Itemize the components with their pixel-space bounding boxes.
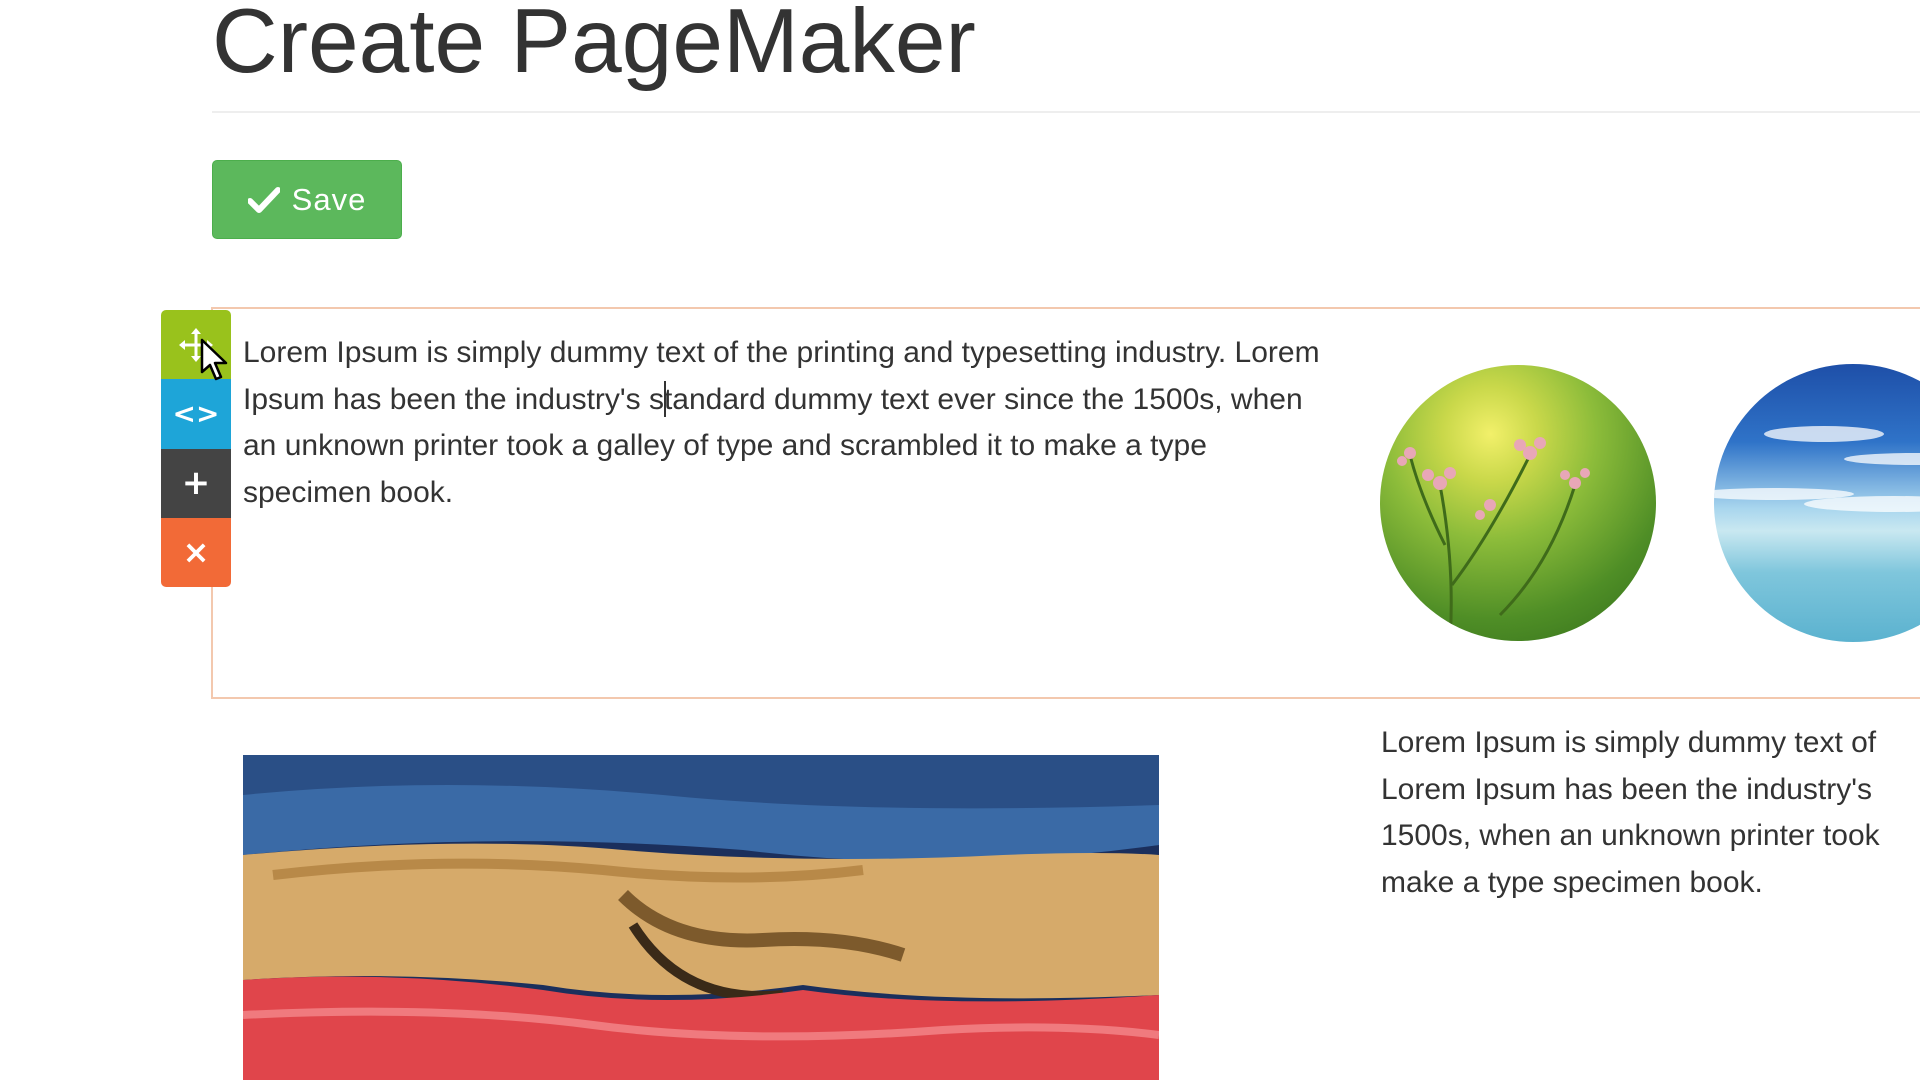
save-button[interactable]: Save	[212, 160, 402, 239]
flower-image	[1380, 365, 1656, 641]
main-text-block[interactable]: Lorem Ipsum is simply dummy text of the …	[243, 330, 1333, 516]
text-caret	[664, 381, 666, 417]
code-brackets-icon: <>	[172, 397, 220, 431]
side-text-line: 1500s, when an unknown printer took	[1381, 819, 1880, 852]
page-maker-editor: Create PageMaker Save <> + × Lorem Ipsum…	[0, 0, 1920, 1080]
check-icon	[247, 186, 280, 213]
mouse-pointer-icon	[200, 338, 228, 381]
plus-icon: +	[181, 463, 211, 504]
folded-clothes-image	[243, 755, 1159, 1080]
save-button-label: Save	[291, 181, 367, 217]
add-button[interactable]: +	[161, 448, 231, 518]
side-text-block[interactable]: Lorem Ipsum is simply dummy text of Lore…	[1381, 720, 1920, 906]
title-divider	[212, 111, 1920, 113]
side-text-line: Lorem Ipsum has been the industry's	[1381, 772, 1872, 806]
side-text-line: make a type specimen book.	[1381, 865, 1763, 899]
close-icon: ×	[182, 533, 210, 572]
code-button[interactable]: <>	[161, 379, 231, 449]
delete-button[interactable]: ×	[161, 517, 231, 587]
side-text-line: Lorem Ipsum is simply dummy text of	[1381, 726, 1877, 759]
page-title: Create PageMaker	[212, 0, 976, 92]
